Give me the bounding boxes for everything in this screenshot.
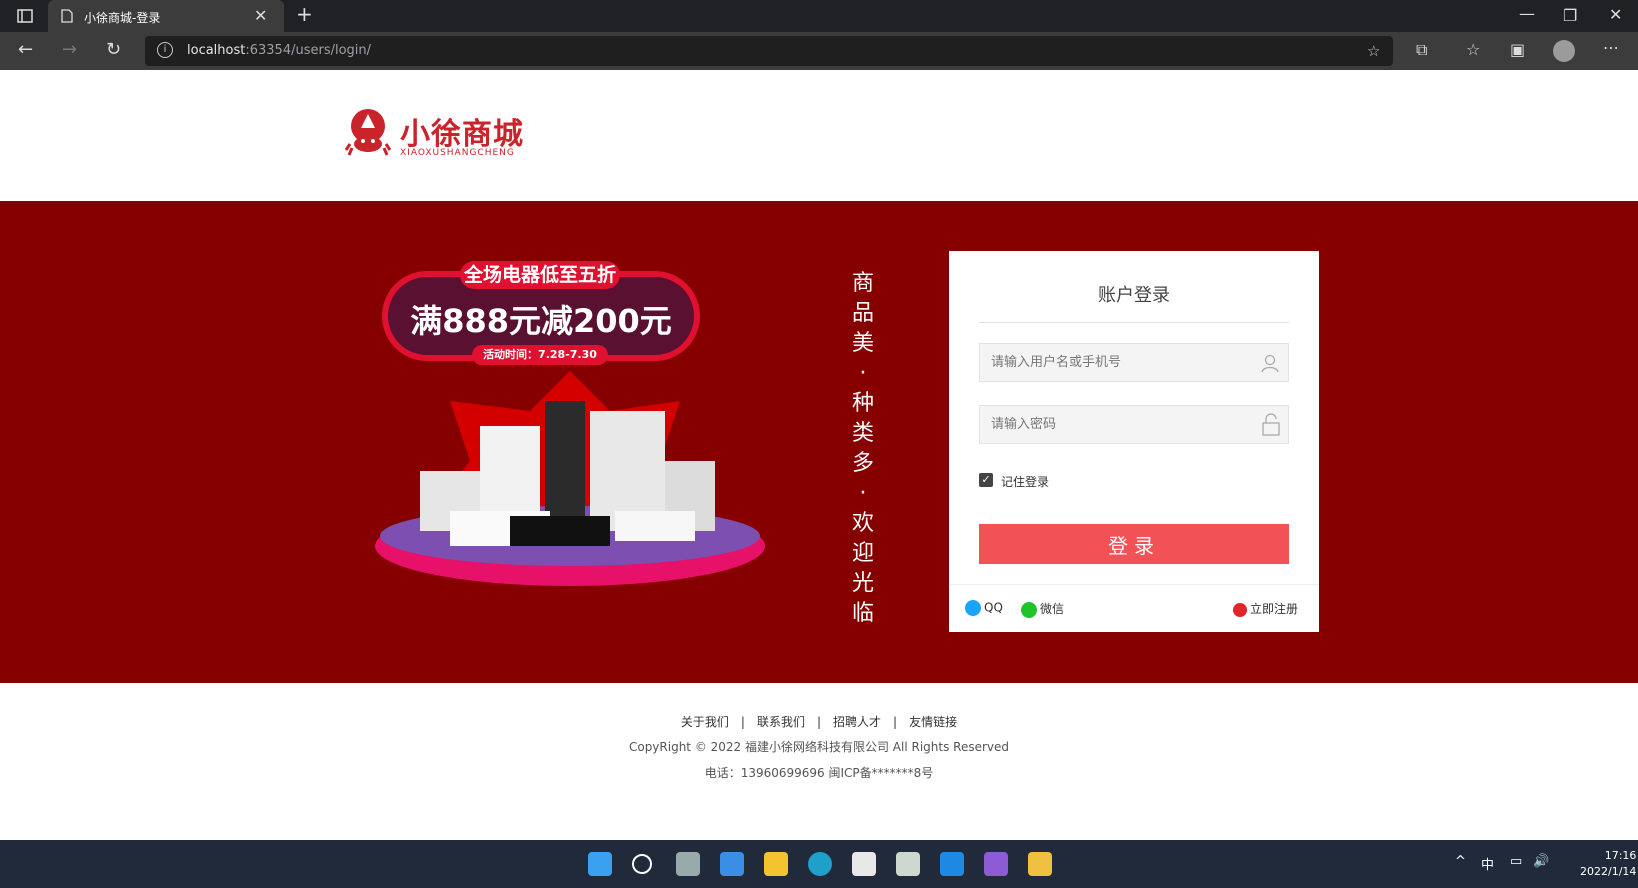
password-input[interactable] <box>980 406 1250 443</box>
slogan-char: 多 <box>851 451 874 476</box>
footer-links: 关于我们 | 联系我们 | 招聘人才 | 友情链接 <box>680 715 958 729</box>
register-link[interactable]: 立即注册 <box>1233 600 1298 617</box>
username-field <box>979 343 1289 382</box>
remember-checkbox[interactable]: ✓ <box>979 473 993 487</box>
volume-icon[interactable]: 🔊 <box>1533 854 1549 869</box>
login-banner: 全场电器低至五折 满888元减200元 活动时间：7.28-7.30 商品美 · 种… <box>0 201 1638 683</box>
tray-overflow-icon[interactable]: ^ <box>1455 854 1466 869</box>
lock-icon <box>1262 413 1280 436</box>
slogan-char: · <box>859 361 867 386</box>
footer-link-about[interactable]: 关于我们 <box>681 715 729 729</box>
page-icon <box>61 9 73 23</box>
wechat-label: 微信 <box>1040 602 1065 616</box>
tab-title: 小徐商城-登录 <box>84 11 161 25</box>
divider <box>979 322 1289 323</box>
promo-headline: 满888元减200元 <box>410 302 672 340</box>
browser-toolbar: ← → ↻ i localhost:63354/users/login/ ☆ ⧉… <box>0 32 1638 70</box>
forward-icon[interactable]: → <box>62 41 77 59</box>
slogan-char: 迎 <box>851 541 874 566</box>
new-tab-icon[interactable]: + <box>296 4 313 24</box>
minimize-icon[interactable]: — <box>1519 6 1535 22</box>
visual-studio-icon[interactable] <box>984 852 1008 876</box>
url-text: localhost:63354/users/login/ <box>187 43 372 58</box>
browser-tab-bar: 小徐商城-登录 ✕ + — ❐ ✕ <box>0 0 1638 32</box>
profile-avatar[interactable] <box>1553 40 1575 62</box>
qq-label: QQ <box>984 600 1003 615</box>
more-menu-icon[interactable]: ⋯ <box>1603 40 1619 56</box>
copyright: CopyRight © 2022 福建小徐网络科技有限公司 All Rights… <box>628 740 1010 754</box>
logo-name-en: XIAOXUSHANGCHENG <box>400 148 515 158</box>
divider <box>949 584 1319 585</box>
file-explorer-icon[interactable] <box>764 852 788 876</box>
search-icon[interactable] <box>632 854 652 874</box>
site-info-icon[interactable]: i <box>157 42 173 58</box>
slogan-char: 品 <box>851 301 874 326</box>
promo-tagline: 全场电器低至五折 <box>460 261 620 289</box>
username-input[interactable] <box>980 344 1250 381</box>
edge-icon[interactable] <box>808 852 832 876</box>
refresh-icon[interactable]: ↻ <box>106 41 121 59</box>
clock-date: 2022/1/14 <box>1580 865 1637 878</box>
taskbar: ^ 中 ▭ 🔊 17:16 2022/1/14 <box>0 840 1638 888</box>
ime-indicator[interactable]: 中 <box>1481 854 1494 873</box>
clock-time: 17:16 <box>1604 849 1637 862</box>
wechat-login[interactable]: 微信 <box>1021 600 1064 618</box>
vscode-icon[interactable] <box>940 852 964 876</box>
remember-login[interactable]: ✓ 记住登录 <box>979 473 1049 490</box>
task-view-icon[interactable] <box>676 852 700 876</box>
close-tab-icon[interactable]: ✕ <box>254 6 267 25</box>
user-icon <box>1261 354 1279 373</box>
slogan-char: 美 <box>851 331 874 356</box>
promo-date: 活动时间：7.28-7.30 <box>472 345 608 365</box>
network-icon[interactable]: ▭ <box>1510 854 1522 869</box>
restore-icon[interactable]: ❐ <box>1563 8 1577 24</box>
widgets-icon[interactable] <box>720 852 744 876</box>
qq-login[interactable]: QQ <box>965 600 1003 616</box>
register-label: 立即注册 <box>1250 602 1299 616</box>
qq-icon <box>965 600 981 616</box>
slogan-char: 种 <box>851 391 874 416</box>
remember-label: 记住登录 <box>1001 475 1050 489</box>
favorites-icon[interactable]: ☆ <box>1466 42 1480 58</box>
system-clock[interactable]: 17:16 2022/1/14 <box>1580 848 1636 880</box>
crab-logo-icon[interactable] <box>344 108 392 158</box>
arrow-right-icon <box>1233 602 1247 617</box>
footer-link-jobs[interactable]: 招聘人才 <box>833 715 881 729</box>
favorite-add-icon[interactable]: ☆ <box>1367 42 1380 60</box>
login-card: 账户登录 ✓ 记住登录 登录 QQ 微信 立即注册 <box>949 251 1319 632</box>
footer-link-friends[interactable]: 友情链接 <box>909 715 957 729</box>
login-button[interactable]: 登录 <box>979 524 1289 564</box>
store-icon[interactable] <box>852 852 876 876</box>
notepad-icon[interactable] <box>896 852 920 876</box>
logo-name-cn[interactable]: 小徐商城 <box>400 109 524 153</box>
contact-phone: 电话：13960699696 闽ICP备*******8号 <box>704 766 934 780</box>
wechat-icon <box>1021 601 1037 618</box>
start-icon[interactable] <box>588 852 612 876</box>
tab-actions-icon[interactable] <box>17 8 33 27</box>
slogan-char: 临 <box>851 601 874 626</box>
password-field <box>979 405 1289 444</box>
back-icon[interactable]: ← <box>18 41 33 59</box>
close-window-icon[interactable]: ✕ <box>1609 7 1622 23</box>
vertical-slogan: 商品美 · 种类多 · 欢迎光临 <box>848 269 878 629</box>
collections-icon[interactable]: ▣ <box>1510 42 1525 58</box>
footer-link-contact[interactable]: 联系我们 <box>757 715 805 729</box>
slogan-char: 商 <box>851 271 874 296</box>
slogan-char: · <box>859 481 867 506</box>
site-header: 小徐商城 XIAOXUSHANGCHENG <box>0 70 1638 201</box>
extensions-icon[interactable]: ⧉ <box>1416 42 1427 58</box>
login-title: 账户登录 <box>1098 285 1170 306</box>
address-bar[interactable]: i localhost:63354/users/login/ ☆ <box>145 36 1393 66</box>
slogan-char: 光 <box>851 571 874 596</box>
browser-tab[interactable]: 小徐商城-登录 ✕ <box>48 0 284 32</box>
slogan-char: 欢 <box>851 511 874 536</box>
promo-graphic: 全场电器低至五折 满888元减200元 活动时间：7.28-7.30 <box>360 251 780 611</box>
python-icon[interactable] <box>1028 852 1052 876</box>
slogan-char: 类 <box>851 421 874 446</box>
